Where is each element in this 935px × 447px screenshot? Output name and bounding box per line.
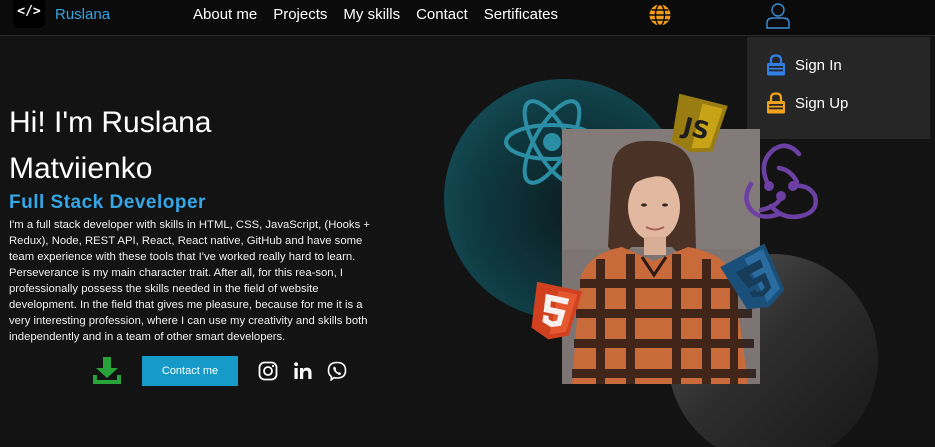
hero-subtitle: Full Stack Developer bbox=[9, 192, 206, 213]
sign-in-item[interactable]: Sign In bbox=[765, 54, 842, 76]
lock-icon bbox=[767, 54, 785, 76]
nav-about-me[interactable]: About me bbox=[193, 6, 257, 23]
top-navbar: </> Ruslana About me Projects My skills … bbox=[0, 0, 935, 36]
lock-icon bbox=[767, 92, 785, 114]
hero-title-line1: Hi! I'm Ruslana bbox=[9, 106, 212, 139]
sign-in-label: Sign In bbox=[795, 56, 842, 74]
download-icon[interactable] bbox=[92, 356, 122, 386]
logo-glyph: </> bbox=[17, 3, 41, 19]
redux-icon bbox=[744, 143, 818, 220]
logo-text[interactable]: Ruslana bbox=[55, 6, 110, 23]
contact-me-button[interactable]: Contact me bbox=[142, 356, 238, 386]
instagram-icon[interactable] bbox=[258, 361, 278, 381]
hero-description: I'm a full stack developer with skills i… bbox=[9, 219, 370, 343]
hero-title: Hi! I'm Ruslana Matviienko bbox=[9, 102, 211, 190]
sign-up-item[interactable]: Sign Up bbox=[765, 92, 848, 114]
globe-icon[interactable] bbox=[648, 3, 672, 27]
main-nav: About me Projects My skills Contact Sert… bbox=[193, 6, 558, 23]
account-dropdown: Sign In Sign Up bbox=[747, 37, 930, 139]
logo-icon[interactable]: </> bbox=[13, 0, 45, 28]
nav-sertificates[interactable]: Sertificates bbox=[484, 6, 558, 23]
nav-projects[interactable]: Projects bbox=[273, 6, 327, 23]
portrait-illustration bbox=[562, 129, 760, 384]
viber-icon[interactable] bbox=[327, 361, 347, 381]
nav-my-skills[interactable]: My skills bbox=[343, 6, 400, 23]
user-icon[interactable] bbox=[765, 1, 791, 29]
linkedin-icon[interactable] bbox=[293, 361, 313, 381]
profile-photo bbox=[562, 129, 760, 384]
sign-up-label: Sign Up bbox=[795, 94, 849, 112]
nav-contact[interactable]: Contact bbox=[416, 6, 468, 23]
hero-title-line2: Matviienko bbox=[9, 152, 153, 185]
